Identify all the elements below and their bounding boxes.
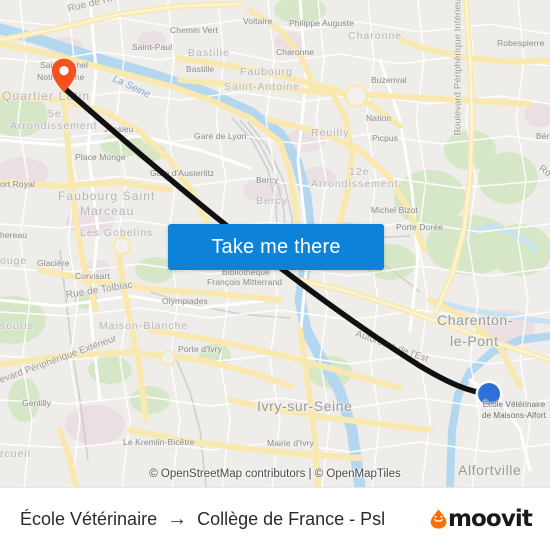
take-me-there-button[interactable]: Take me there	[168, 224, 384, 270]
route-destination-label: Collège de France - Psl	[197, 508, 386, 529]
moovit-logo[interactable]: moovit	[430, 505, 533, 532]
moovit-route-page: Rue de Rivoli Chemin Vert Voltaire Philippe…	[0, 0, 550, 550]
moovit-pin-icon	[430, 509, 447, 529]
route-summary: École Vétérinaire → Collège de France - …	[20, 509, 385, 530]
map-container[interactable]: Rue de Rivoli Chemin Vert Voltaire Philippe…	[0, 0, 550, 487]
route-origin-label: École Vétérinaire	[20, 508, 158, 529]
arrow-right-icon: →	[167, 508, 188, 530]
moovit-wordmark: moovit	[447, 505, 533, 532]
route-footer-bar: École Vétérinaire → Collège de France - …	[0, 487, 550, 550]
destination-dot[interactable]	[478, 383, 500, 405]
